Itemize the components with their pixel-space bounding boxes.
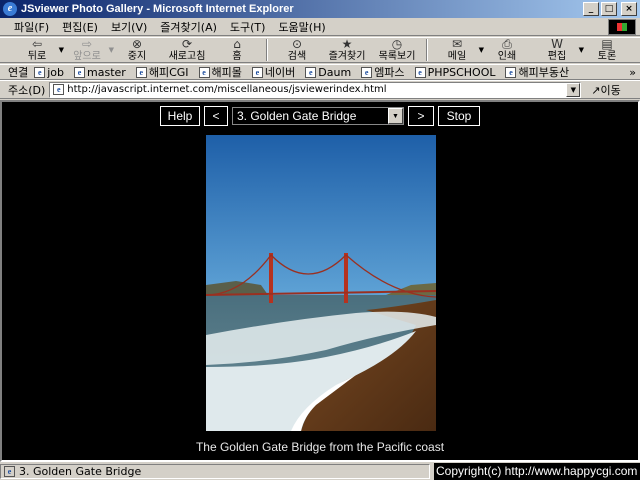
photo-select[interactable]: 3. Golden Gate Bridge ▼ bbox=[232, 107, 404, 125]
ie-page-icon: e bbox=[505, 66, 517, 78]
link-item[interactable]: e 엠파스 bbox=[361, 64, 405, 80]
ie-page-icon: e bbox=[4, 466, 15, 477]
ie-page-icon: e bbox=[414, 66, 426, 78]
favorites-icon: ★ bbox=[341, 37, 353, 51]
link-item[interactable]: e job bbox=[34, 66, 64, 79]
help-button[interactable]: Help bbox=[160, 106, 200, 126]
maximize-button[interactable]: □ bbox=[601, 2, 617, 16]
link-item[interactable]: e 해피몰 bbox=[198, 64, 242, 80]
address-input[interactable]: e http://javascript.internet.com/miscell… bbox=[49, 81, 582, 98]
menu-tools[interactable]: 도구(T) bbox=[230, 19, 266, 35]
link-item[interactable]: e Daum bbox=[305, 66, 351, 79]
history-button[interactable]: ◷ 목록보기 bbox=[372, 37, 422, 63]
stop-icon: ⊗ bbox=[131, 37, 143, 51]
ie-page-icon: e bbox=[361, 66, 373, 78]
address-label: 주소(D) bbox=[8, 83, 46, 97]
go-arrow-icon: ↗ bbox=[591, 83, 601, 97]
toolbar: ⇦ 뒤로 ▼ ⇨ 앞으로 ▼ ⊗ 중지 ⟳ 새로고침 ⌂ 홈 ⊙ 검색 ★ 즐겨찾기 ◷ 목록보기 … bbox=[0, 37, 640, 63]
history-icon: ◷ bbox=[391, 37, 403, 51]
ie-page-icon: e bbox=[135, 66, 147, 78]
word-icon: W bbox=[551, 37, 563, 51]
favorites-button[interactable]: ★ 즐겨찾기 bbox=[322, 37, 372, 63]
ie-page-icon: e bbox=[198, 66, 210, 78]
menu-view[interactable]: 보기(V) bbox=[111, 19, 147, 35]
mail-button[interactable]: ✉ 메일 ▼ bbox=[432, 37, 484, 63]
title-bar: e JSviewer Photo Gallery - Microsoft Int… bbox=[0, 0, 640, 18]
minimize-button[interactable]: _ bbox=[583, 2, 599, 16]
printer-icon: ⎙ bbox=[502, 37, 512, 51]
mail-icon: ✉ bbox=[451, 37, 463, 51]
back-button[interactable]: ⇦ 뒤로 ▼ bbox=[12, 37, 64, 63]
links-bar: 연결 e job e master e 해피CGI e 해피몰 e 네이버 e Daum e… bbox=[0, 64, 640, 80]
menu-favorites[interactable]: 즐겨찾기(A) bbox=[160, 19, 217, 35]
copyright-banner: Copyright(c) http://www.happycgi.com bbox=[434, 463, 640, 480]
forward-button[interactable]: ⇨ 앞으로 ▼ bbox=[62, 37, 114, 63]
link-item[interactable]: e master bbox=[74, 66, 126, 79]
links-more-chevron-icon[interactable]: » bbox=[629, 66, 636, 79]
link-item[interactable]: e PHPSCHOOL bbox=[414, 66, 495, 79]
ie-page-icon: e bbox=[53, 84, 65, 95]
ie-page-icon: e bbox=[251, 66, 263, 78]
status-left: e 3. Golden Gate Bridge bbox=[0, 464, 430, 479]
stop-slideshow-button[interactable]: Stop bbox=[438, 106, 480, 126]
windows-logo-icon bbox=[608, 19, 636, 35]
links-label: 연결 bbox=[8, 66, 29, 79]
ie-page-icon: e bbox=[74, 66, 86, 78]
gallery-photo bbox=[206, 135, 436, 431]
previous-button[interactable]: < bbox=[204, 106, 228, 126]
page-content: Help < 3. Golden Gate Bridge ▼ > Stop Th… bbox=[0, 100, 640, 462]
menu-file[interactable]: 파일(F) bbox=[14, 19, 49, 35]
print-button[interactable]: ⎙ 인쇄 bbox=[482, 37, 532, 63]
link-item[interactable]: e 해피CGI bbox=[135, 64, 189, 80]
ie-page-icon: e bbox=[305, 66, 317, 78]
photo-caption: The Golden Gate Bridge from the Pacific … bbox=[195, 440, 445, 454]
discuss-button[interactable]: ▤ 토론 bbox=[582, 37, 632, 63]
menu-edit[interactable]: 편집(E) bbox=[62, 19, 98, 35]
status-bar: e 3. Golden Gate Bridge Copyright(c) htt… bbox=[0, 463, 640, 480]
back-arrow-icon: ⇦ bbox=[31, 37, 43, 51]
close-button[interactable]: × bbox=[621, 2, 637, 16]
edit-button[interactable]: W 편집 ▼ bbox=[532, 37, 584, 63]
address-dropdown-icon[interactable]: ▼ bbox=[566, 82, 581, 97]
refresh-button[interactable]: ⟳ 새로고침 bbox=[162, 37, 212, 63]
ie-icon: e bbox=[3, 2, 17, 16]
next-button[interactable]: > bbox=[408, 106, 434, 126]
search-icon: ⊙ bbox=[291, 37, 303, 51]
window-title: JSviewer Photo Gallery - Microsoft Inter… bbox=[21, 3, 294, 15]
stop-button[interactable]: ⊗ 중지 bbox=[112, 37, 162, 63]
forward-arrow-icon: ⇨ bbox=[81, 37, 93, 51]
photo-select-value: 3. Golden Gate Bridge bbox=[237, 109, 357, 123]
status-text: 3. Golden Gate Bridge bbox=[19, 465, 142, 478]
ie-page-icon: e bbox=[34, 66, 46, 78]
go-button[interactable]: ↗이동 bbox=[591, 82, 620, 98]
refresh-icon: ⟳ bbox=[181, 37, 193, 51]
home-button[interactable]: ⌂ 홈 bbox=[212, 37, 262, 63]
home-icon: ⌂ bbox=[233, 37, 241, 51]
chevron-down-icon: ▼ bbox=[388, 108, 403, 124]
link-item[interactable]: e 네이버 bbox=[251, 64, 295, 80]
link-item[interactable]: e 해피부동산 bbox=[505, 64, 569, 80]
search-button[interactable]: ⊙ 검색 bbox=[272, 37, 322, 63]
address-bar: 주소(D) e http://javascript.internet.com/m… bbox=[0, 80, 640, 99]
menu-help[interactable]: 도움말(H) bbox=[278, 19, 325, 35]
discuss-icon: ▤ bbox=[601, 37, 613, 51]
menu-bar: 파일(F) 편집(E) 보기(V) 즐겨찾기(A) 도구(T) 도움말(H) bbox=[0, 18, 640, 36]
address-url: http://javascript.internet.com/miscellan… bbox=[67, 84, 387, 95]
